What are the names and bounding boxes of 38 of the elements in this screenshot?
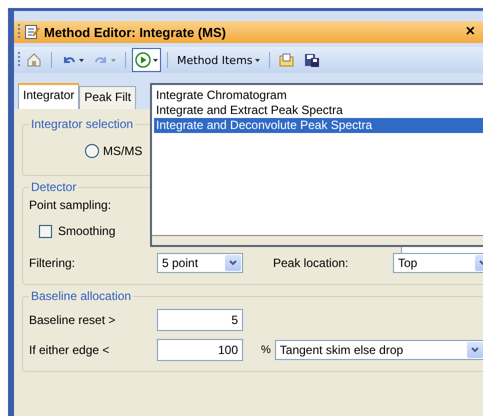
tab[interactable]: Peak Filt	[79, 86, 136, 109]
close-button[interactable]: ×	[466, 23, 475, 41]
chevron-down-icon	[470, 347, 479, 353]
field-label: Peak location:	[273, 256, 350, 270]
window-title: Method Editor: Integrate (MS)	[44, 24, 227, 40]
caret-icon	[111, 58, 116, 62]
menu-item[interactable]: Integrate and Deconvolute Peak Spectra	[154, 118, 483, 133]
group-label: Integrator selection	[30, 117, 134, 131]
tab[interactable]: Integrator	[18, 83, 80, 109]
play-button[interactable]	[132, 48, 161, 72]
checkbox-label: Smoothing	[58, 224, 116, 238]
home-icon[interactable]	[26, 52, 42, 68]
dropdown-field[interactable]: 5 point	[157, 253, 243, 273]
radio-button[interactable]	[85, 144, 99, 158]
menu-item[interactable]: Integrate and Extract Peak Spectra	[154, 103, 483, 118]
input-field[interactable]: 5	[157, 309, 243, 331]
menu-item[interactable]: Integrate Chromatogram	[154, 88, 483, 103]
chevron-down-icon	[229, 260, 237, 266]
caret-icon	[254, 58, 260, 62]
play-icon	[135, 52, 151, 68]
checkbox[interactable]	[39, 224, 52, 238]
dropdown-field[interactable]: Tangent skim else drop	[274, 340, 483, 360]
method-items-menu[interactable]: Method Items	[174, 50, 263, 70]
folder-icon[interactable]	[278, 52, 295, 68]
field-label: Filtering:	[29, 256, 76, 270]
group-label: Detector	[30, 180, 78, 194]
input-field[interactable]: 100	[157, 339, 243, 361]
floppy-disk-icon[interactable]	[304, 52, 320, 68]
field-label: Point sampling:	[29, 198, 112, 212]
field-label: If either edge <	[29, 343, 110, 357]
unit-label: %	[261, 344, 271, 356]
document-edit-icon	[24, 24, 40, 40]
caret-icon	[153, 58, 158, 62]
group-label: Baseline allocation	[30, 289, 132, 303]
field-label: Baseline reset >	[29, 313, 116, 327]
dropdown-field[interactable]: Top	[393, 253, 483, 273]
caret-icon	[79, 58, 84, 62]
radio-label: MS/MS	[103, 144, 142, 158]
